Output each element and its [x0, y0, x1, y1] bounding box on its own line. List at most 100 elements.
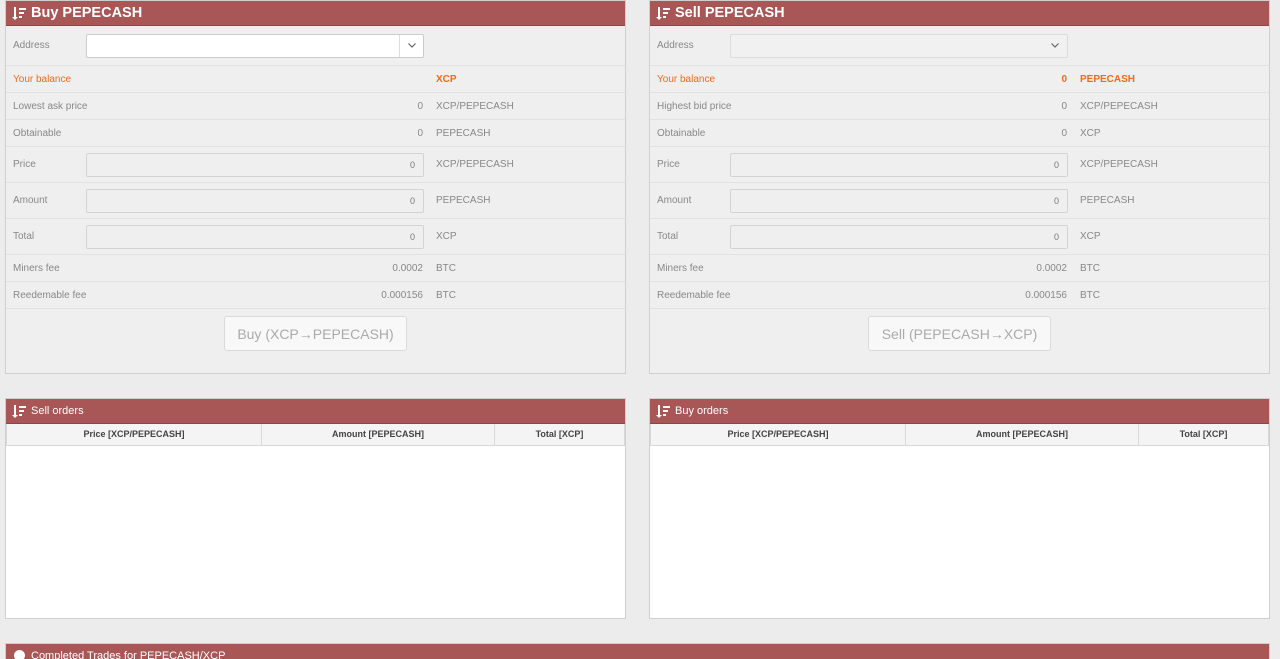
sort-icon	[12, 6, 26, 20]
amount-unit: PEPECASH	[436, 195, 491, 206]
obtainable-value: 0	[1061, 127, 1067, 139]
price-input[interactable]: 0	[86, 152, 424, 177]
buy-orders-header: Buy orders	[650, 399, 1269, 424]
total-unit: XCP	[436, 231, 457, 242]
obtainable-unit: XCP	[1080, 127, 1101, 139]
redeemable-fee-label: Reedemable fee	[657, 289, 731, 301]
amount-row: Amount 0 PEPECASH	[6, 183, 625, 219]
sell-panel: Sell PEPECASH Address Your balance 0 PEP…	[649, 0, 1270, 374]
highest-bid-label: Highest bid price	[657, 100, 732, 112]
total-label: Total	[657, 231, 679, 242]
circle-icon	[14, 650, 25, 659]
buy-panel-title: Buy PEPECASH	[31, 5, 143, 21]
obtainable-row: Obtainable 0 PEPECASH	[6, 120, 625, 147]
sell-panel-header: Sell PEPECASH	[650, 1, 1269, 26]
completed-trades-header: Completed Trades for PEPECASH/XCP	[6, 644, 1269, 659]
buy-button[interactable]: Buy (XCP→PEPECASH)	[224, 316, 407, 351]
lowest-ask-value: 0	[417, 100, 423, 112]
balance-unit: XCP	[436, 73, 457, 85]
chevron-down-icon[interactable]	[1043, 35, 1067, 57]
lowest-ask-unit: XCP/PEPECASH	[436, 100, 514, 112]
miners-fee-row: Miners fee 0.0002 BTC	[6, 255, 625, 282]
address-select[interactable]	[86, 33, 424, 58]
redeemable-fee-unit: BTC	[436, 289, 456, 301]
address-select[interactable]	[730, 33, 1068, 58]
obtainable-unit: PEPECASH	[436, 127, 491, 139]
obtainable-label: Obtainable	[657, 127, 706, 139]
amount-label: Amount	[13, 195, 48, 206]
sell-panel-title: Sell PEPECASH	[675, 5, 785, 21]
total-label: Total	[13, 231, 35, 242]
miners-fee-row: Miners fee 0.0002 BTC	[650, 255, 1269, 282]
column-header-price[interactable]: Price [XCP/PEPECASH]	[650, 424, 906, 446]
buy-orders-title: Buy orders	[675, 405, 729, 417]
redeemable-fee-label: Reedemable fee	[13, 289, 87, 301]
redeemable-fee-row: Reedemable fee 0.000156 BTC	[6, 282, 625, 309]
balance-label: Your balance	[657, 73, 716, 85]
price-label: Price	[13, 159, 36, 170]
redeemable-fee-unit: BTC	[1080, 289, 1100, 301]
miners-fee-unit: BTC	[436, 262, 456, 274]
sell-button[interactable]: Sell (PEPECASH→XCP)	[868, 316, 1051, 351]
sort-icon	[656, 404, 670, 418]
price-label: Price	[657, 159, 680, 170]
column-header-total[interactable]: Total [XCP]	[494, 424, 625, 446]
highest-bid-unit: XCP/PEPECASH	[1080, 100, 1158, 112]
sort-icon	[12, 404, 26, 418]
total-row: Total 0 XCP	[650, 219, 1269, 255]
amount-input[interactable]: 0	[86, 188, 424, 213]
column-header-total[interactable]: Total [XCP]	[1138, 424, 1269, 446]
buy-orders-panel: Buy orders Price [XCP/PEPECASH] Amount […	[649, 398, 1270, 619]
redeemable-fee-value: 0.000156	[1025, 289, 1067, 301]
lowest-ask-row: Lowest ask price 0 XCP/PEPECASH	[6, 93, 625, 120]
amount-label: Amount	[657, 195, 692, 206]
column-header-amount[interactable]: Amount [PEPECASH]	[261, 424, 495, 446]
sell-orders-title: Sell orders	[31, 405, 84, 417]
sell-orders-header: Sell orders	[6, 399, 625, 424]
total-row: Total 0 XCP	[6, 219, 625, 255]
price-unit: XCP/PEPECASH	[1080, 159, 1158, 170]
sell-orders-table: Price [XCP/PEPECASH] Amount [PEPECASH] T…	[6, 424, 625, 446]
total-input[interactable]: 0	[86, 224, 424, 249]
redeemable-fee-row: Reedemable fee 0.000156 BTC	[650, 282, 1269, 309]
balance-label: Your balance	[13, 73, 72, 85]
chevron-down-icon[interactable]	[399, 34, 423, 57]
miners-fee-label: Miners fee	[13, 262, 60, 274]
redeemable-fee-value: 0.000156	[381, 289, 423, 301]
address-label: Address	[657, 40, 694, 51]
total-unit: XCP	[1080, 231, 1101, 242]
total-input[interactable]: 0	[730, 224, 1068, 249]
obtainable-row: Obtainable 0 XCP	[650, 120, 1269, 147]
price-row: Price 0 XCP/PEPECASH	[650, 147, 1269, 183]
column-header-amount[interactable]: Amount [PEPECASH]	[905, 424, 1139, 446]
buy-panel-header: Buy PEPECASH	[6, 1, 625, 26]
miners-fee-value: 0.0002	[1036, 262, 1067, 274]
price-row: Price 0 XCP/PEPECASH	[6, 147, 625, 183]
balance-unit: PEPECASH	[1080, 73, 1136, 85]
buy-orders-table: Price [XCP/PEPECASH] Amount [PEPECASH] T…	[650, 424, 1269, 446]
buy-panel: Buy PEPECASH Address Your balance XCP Lo…	[5, 0, 626, 374]
miners-fee-unit: BTC	[1080, 262, 1100, 274]
balance-row: Your balance 0 PEPECASH	[650, 66, 1269, 93]
highest-bid-row: Highest bid price 0 XCP/PEPECASH	[650, 93, 1269, 120]
obtainable-value: 0	[417, 127, 423, 139]
amount-row: Amount 0 PEPECASH	[650, 183, 1269, 219]
sell-orders-panel: Sell orders Price [XCP/PEPECASH] Amount …	[5, 398, 626, 619]
miners-fee-value: 0.0002	[392, 262, 423, 274]
completed-trades-title: Completed Trades for PEPECASH/XCP	[31, 650, 226, 659]
balance-row: Your balance XCP	[6, 66, 625, 93]
amount-unit: PEPECASH	[1080, 195, 1135, 206]
address-label: Address	[13, 40, 50, 51]
address-row: Address	[6, 26, 625, 66]
price-input[interactable]: 0	[730, 152, 1068, 177]
sort-icon	[656, 6, 670, 20]
highest-bid-value: 0	[1061, 100, 1067, 112]
completed-trades-panel: Completed Trades for PEPECASH/XCP	[5, 643, 1270, 659]
balance-value: 0	[1061, 73, 1067, 85]
amount-input[interactable]: 0	[730, 188, 1068, 213]
price-unit: XCP/PEPECASH	[436, 159, 514, 170]
miners-fee-label: Miners fee	[657, 262, 704, 274]
address-row: Address	[650, 26, 1269, 66]
lowest-ask-label: Lowest ask price	[13, 100, 88, 112]
column-header-price[interactable]: Price [XCP/PEPECASH]	[6, 424, 262, 446]
